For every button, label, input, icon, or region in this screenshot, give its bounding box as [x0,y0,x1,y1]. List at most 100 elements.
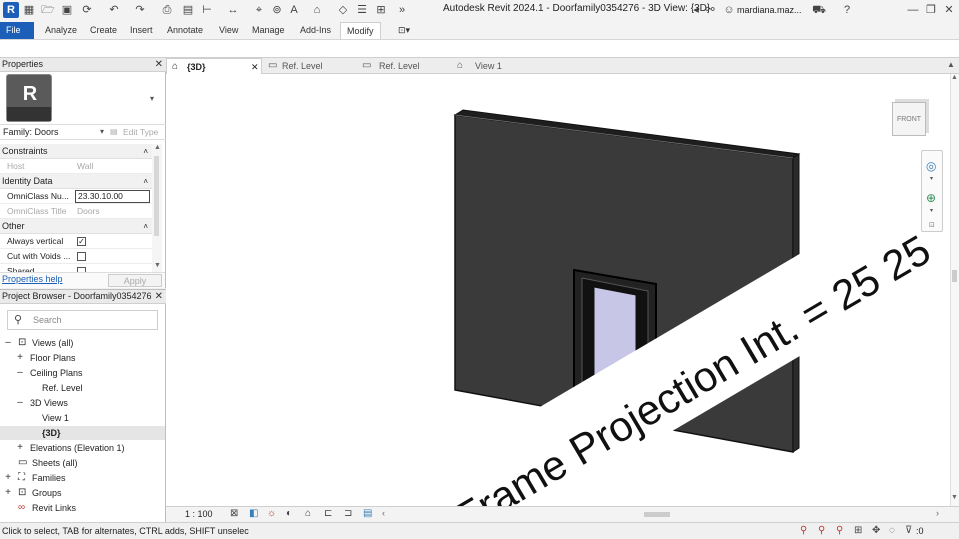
group-identity-data[interactable]: Identity Data ˄ [0,174,152,189]
view-tab-ref-level-ceiling[interactable]: ▭ Ref. Level [362,58,452,74]
show-crop-icon[interactable]: ⊐ [344,508,352,519]
close-hidden-icon[interactable]: ⊞ [374,3,388,17]
text-icon[interactable]: A [287,3,301,17]
close-icon[interactable]: ✕ [155,290,163,303]
sun-path-icon[interactable]: ☼ [267,508,276,519]
tab-view[interactable]: View [213,22,244,39]
chevron-down-icon[interactable]: ▾ [930,175,933,182]
save-icon[interactable]: ▣ [60,3,74,17]
user-icon[interactable]: ☺ [722,3,736,17]
restore-icon[interactable]: ❐ [924,3,938,17]
sheet-icon[interactable]: ▤ [181,3,195,17]
search-input[interactable]: Search [33,315,62,325]
collapse-icon[interactable]: – [16,366,24,380]
view-tab-ref-level[interactable]: ▭ Ref. Level [264,58,356,74]
collapse-icon[interactable]: ˄ [143,219,148,234]
detail-level-icon[interactable]: ⊠ [230,508,238,519]
ribbon-options-icon[interactable]: ⊡▾ [392,22,416,39]
view-tab-view-1[interactable]: ⌂ View 1 [457,58,547,74]
tree-floor-plans[interactable]: Floor Plans [30,351,76,365]
measure-icon[interactable]: ⊢ [200,3,214,17]
collapse-icon[interactable]: – [16,396,24,410]
user-name[interactable]: mardiana.maz... [737,5,802,15]
cart-icon[interactable]: ⛟ [812,3,826,17]
cut-with-voids-checkbox[interactable] [77,252,86,261]
expand-icon[interactable]: + [16,441,24,455]
close-icon[interactable]: ✕ [251,59,259,75]
group-other[interactable]: Other ˄ [0,219,152,234]
view-tab-3d[interactable]: ⌂ {3D} ✕ [166,58,262,74]
collapse-icon[interactable]: – [4,336,12,350]
edit-type-button[interactable]: Edit Type [123,127,158,137]
close-icon[interactable]: ✕ [155,58,163,71]
select-pinned-icon[interactable]: ⚲ [836,525,843,536]
drag-elements-icon[interactable]: ✥ [872,525,880,536]
render-icon[interactable]: ⌂ [305,508,311,519]
visual-style-icon[interactable]: ◧ [249,508,258,519]
view-scale[interactable]: 1 : 100 [185,509,213,519]
tag-icon[interactable]: ⊚ [270,3,284,17]
collapse-icon[interactable]: ˄ [143,144,148,159]
group-constraints[interactable]: Constraints ˄ [0,144,152,159]
tree-3d-default[interactable]: {3D} [42,426,61,440]
viewcube[interactable]: FRONT [888,96,934,142]
scroll-left-icon[interactable]: ‹ [382,508,385,518]
redo-icon[interactable]: ↷ [133,3,147,17]
select-by-face-icon[interactable]: ⊞ [854,525,862,536]
scroll-up-icon[interactable]: ▲ [947,60,955,69]
nav-options-icon[interactable]: ⊡ [929,221,935,229]
tab-insert[interactable]: Insert [124,22,159,39]
tree-revit-links[interactable]: Revit Links [32,501,76,515]
print-icon[interactable]: ⎙ [160,3,174,17]
thin-lines-icon[interactable]: ☰ [355,3,369,17]
tree-sheets[interactable]: Sheets (all) [32,456,78,470]
tab-manage[interactable]: Manage [246,22,291,39]
section-icon[interactable]: ◇ [336,3,350,17]
tree-3d-views[interactable]: 3D Views [30,396,68,410]
3d-view-icon[interactable]: ⌂ [310,3,324,17]
viewcube-front-face[interactable]: FRONT [892,102,926,136]
tree-view-1[interactable]: View 1 [42,411,69,425]
horizontal-scroll-thumb[interactable] [644,512,670,517]
minimize-icon[interactable]: — [906,3,920,17]
chevron-down-icon[interactable]: ▾ [100,127,104,136]
viewport-vertical-scrollbar[interactable]: ▲ ▼ [950,74,959,506]
spot-icon[interactable]: ⌖ [252,3,266,17]
help-icon[interactable]: ? [840,3,854,17]
apply-button[interactable]: Apply [108,274,162,287]
steering-wheel-icon[interactable]: ◎ [926,159,936,173]
collapse-icon[interactable]: ˄ [143,174,148,189]
filter-icon[interactable]: ⊽ [905,525,912,536]
undo-icon[interactable]: ↶ [107,3,121,17]
search-box[interactable]: ⚲ Search [7,310,158,330]
chevron-down-icon[interactable]: ▾ [930,207,933,214]
3d-viewport[interactable]: Frame Projection Int. = 25 25 FRONT ◎ ▾ … [166,74,950,506]
scroll-thumb[interactable] [154,156,159,236]
properties-help-link[interactable]: Properties help [2,274,63,284]
type-selector[interactable]: Family: Doors [3,127,59,137]
expand-icon[interactable]: + [4,486,12,500]
tab-modify[interactable]: Modify [340,22,381,39]
scroll-thumb[interactable] [952,270,957,282]
more-icon[interactable]: » [395,3,409,17]
tree-elevations[interactable]: Elevations (Elevation 1) [30,441,125,455]
tab-file[interactable]: File [0,22,34,39]
always-vertical-checkbox[interactable]: ✓ [77,237,86,246]
chevron-down-icon[interactable]: ▾ [150,94,154,103]
tab-analyze[interactable]: Analyze [39,22,83,39]
crop-icon[interactable]: ⊏ [324,508,332,519]
binoculars-icon[interactable]: ⚯ [703,3,717,17]
tab-add-ins[interactable]: Add-Ins [294,22,337,39]
tree-groups[interactable]: Groups [32,486,62,500]
zoom-region-icon[interactable]: ⊕ [926,191,936,205]
omniclass-number-field[interactable]: 23.30.10.00 [75,190,150,203]
select-underlay-icon[interactable]: ⚲ [818,525,825,536]
properties-scrollbar[interactable]: ▲ ▼ [152,144,162,274]
dimension-icon[interactable]: ↔ [226,3,240,17]
scroll-down-icon[interactable]: ▼ [154,262,161,269]
expand-icon[interactable]: + [16,351,24,365]
close-icon[interactable]: ✕ [942,3,956,17]
tree-families[interactable]: Families [32,471,66,485]
scroll-up-icon[interactable]: ▲ [951,74,958,81]
sync-icon[interactable]: ⟳ [80,3,94,17]
